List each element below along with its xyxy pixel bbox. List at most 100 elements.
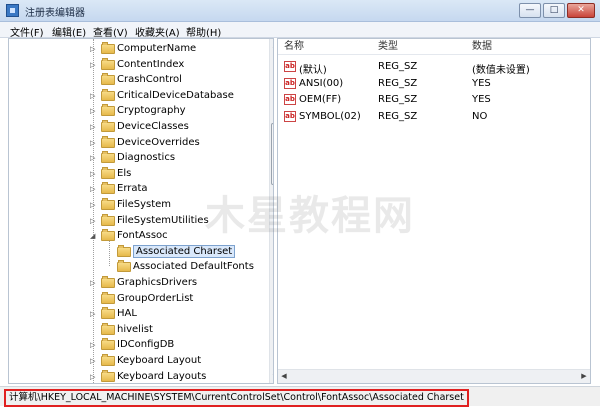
tree-item-label: Els (117, 167, 132, 179)
folder-icon (101, 166, 115, 179)
expand-arrow-icon[interactable]: ▷ (90, 106, 96, 116)
expand-arrow-icon[interactable]: ▷ (90, 153, 96, 163)
tree-scroll-thumb[interactable] (271, 123, 273, 185)
value-data: (数值未设置) (472, 65, 530, 76)
tree-item-label: Associated DefaultFonts (133, 261, 254, 273)
value-row[interactable]: ab ANSI(00) REG_SZ YES (278, 76, 590, 92)
value-name: ANSI(00) (299, 77, 344, 89)
folder-icon (101, 104, 115, 117)
tree-item-label: Associated Charset (133, 244, 236, 258)
menu-file[interactable]: 文件(F) (10, 24, 44, 39)
column-header-data[interactable]: 数据 (472, 39, 492, 55)
tree-item[interactable]: ▷ IDConfigDB (9, 338, 261, 353)
folder-icon (101, 291, 115, 304)
expand-arrow-icon[interactable]: ▷ (90, 184, 96, 194)
value-data: NO (472, 110, 488, 122)
tree-item[interactable]: ▷ ContentIndex (9, 57, 261, 73)
value-type: REG_SZ (378, 77, 418, 89)
close-button[interactable]: ✕ (567, 3, 595, 18)
tree-item[interactable]: ▷ Keyboard Layouts (9, 369, 261, 383)
tree-item-label: CrashControl (117, 74, 182, 86)
tree-item[interactable]: GroupOrderList (9, 291, 261, 307)
folder-icon (101, 354, 115, 366)
menu-help[interactable]: 帮助(H) (186, 24, 221, 39)
tree-item-label: DeviceClasses (117, 121, 189, 132)
minimize-button[interactable]: — (519, 3, 541, 18)
tree-item-label: ContentIndex (117, 58, 185, 70)
expand-arrow-icon[interactable]: ▷ (90, 278, 96, 288)
menu-favorites[interactable]: 收藏夹(A) (135, 24, 180, 39)
folder-icon (101, 182, 115, 195)
value-row[interactable]: ab (默认) REG_SZ (数值未设置) (278, 59, 590, 76)
column-header-name[interactable]: 名称 (284, 39, 304, 55)
folder-icon (101, 88, 115, 101)
tree-item[interactable]: Associated DefaultFonts (9, 260, 261, 275)
value-name: SYMBOL(02) (299, 110, 361, 122)
expand-arrow-icon (90, 75, 96, 85)
tree-item[interactable]: ▷ HAL (9, 307, 261, 322)
tree-item[interactable]: hivelist (9, 322, 261, 338)
tree-item[interactable]: ▷ DeviceClasses (9, 120, 261, 135)
tree-item[interactable]: ▷ DeviceOverrides (9, 135, 261, 151)
expand-arrow-icon (106, 262, 112, 272)
scroll-right-arrow-icon[interactable]: ▶ (578, 370, 590, 383)
regedit-app-icon (6, 4, 19, 17)
values-horizontal-scrollbar[interactable]: ◀ ▶ (278, 369, 590, 383)
expand-arrow-icon[interactable]: ▷ (90, 138, 96, 148)
status-bar: 计算机\HKEY_LOCAL_MACHINE\SYSTEM\CurrentCon… (0, 386, 600, 407)
folder-icon (101, 369, 115, 382)
tree-item-label: FileSystem (117, 199, 172, 210)
folder-icon (101, 57, 115, 70)
scroll-up-arrow-icon[interactable]: ▲ (270, 39, 274, 51)
tree-item-label: Diagnostics (117, 152, 176, 164)
tree-item-label: Keyboard Layout (117, 355, 202, 366)
tree-item[interactable]: Associated Charset (9, 244, 261, 260)
expand-arrow-icon[interactable]: ▷ (90, 356, 96, 366)
expand-arrow-icon[interactable]: ▷ (90, 200, 96, 210)
folder-icon (101, 229, 115, 242)
scroll-down-arrow-icon[interactable]: ▼ (270, 371, 274, 383)
tree-item-label: GraphicsDrivers (117, 277, 198, 288)
tree-item-label: FileSystemUtilities (117, 214, 209, 226)
watermark-text: 木星教程网 (205, 193, 415, 239)
tree-item[interactable]: ▷ Diagnostics (9, 151, 261, 166)
collapse-arrow-icon[interactable]: ◢ (90, 231, 96, 241)
tree-item[interactable]: ▷ CriticalDeviceDatabase (9, 88, 261, 104)
tree-item[interactable]: ▷ Els (9, 166, 261, 182)
tree-item[interactable]: ▷ Keyboard Layout (9, 354, 261, 369)
scroll-left-arrow-icon[interactable]: ◀ (278, 370, 290, 383)
tree-item[interactable]: CrashControl (9, 73, 261, 88)
expand-arrow-icon[interactable]: ▷ (90, 60, 96, 70)
tree-item[interactable]: ▷ ComputerName (9, 42, 261, 57)
value-name: (默认) (299, 65, 327, 76)
folder-icon (101, 276, 115, 288)
title-bar: 注册表编辑器 — □ ✕ (0, 0, 600, 22)
window-title: 注册表编辑器 (25, 8, 85, 19)
expand-arrow-icon[interactable]: ▷ (90, 44, 96, 54)
tree-item-label: Keyboard Layouts (117, 370, 207, 382)
menu-edit[interactable]: 编辑(E) (52, 24, 86, 39)
expand-arrow-icon[interactable]: ▷ (90, 216, 96, 226)
folder-icon (117, 260, 131, 273)
folder-icon (101, 198, 115, 210)
tree-item[interactable]: ▷ GraphicsDrivers (9, 276, 261, 291)
values-column-header: 名称 类型 数据 (278, 39, 590, 55)
expand-arrow-icon[interactable]: ▷ (90, 122, 96, 132)
expand-arrow-icon[interactable]: ▷ (90, 340, 96, 350)
string-value-icon: ab (284, 110, 296, 122)
tree-item-label: FontAssoc (117, 230, 168, 242)
expand-arrow-icon[interactable]: ▷ (90, 309, 96, 319)
column-header-type[interactable]: 类型 (378, 39, 398, 55)
folder-icon (101, 338, 115, 351)
value-row[interactable]: ab SYMBOL(02) REG_SZ NO (278, 109, 590, 125)
folder-icon (101, 42, 115, 54)
expand-arrow-icon[interactable]: ▷ (90, 91, 96, 101)
menu-view[interactable]: 查看(V) (93, 24, 128, 39)
expand-arrow-icon[interactable]: ▷ (90, 169, 96, 179)
folder-icon (101, 322, 115, 335)
folder-icon (117, 244, 131, 257)
tree-item[interactable]: ▷ Cryptography (9, 104, 261, 119)
expand-arrow-icon[interactable]: ▷ (90, 372, 96, 382)
value-row[interactable]: ab OEM(FF) REG_SZ YES (278, 92, 590, 108)
maximize-button[interactable]: □ (543, 3, 565, 18)
